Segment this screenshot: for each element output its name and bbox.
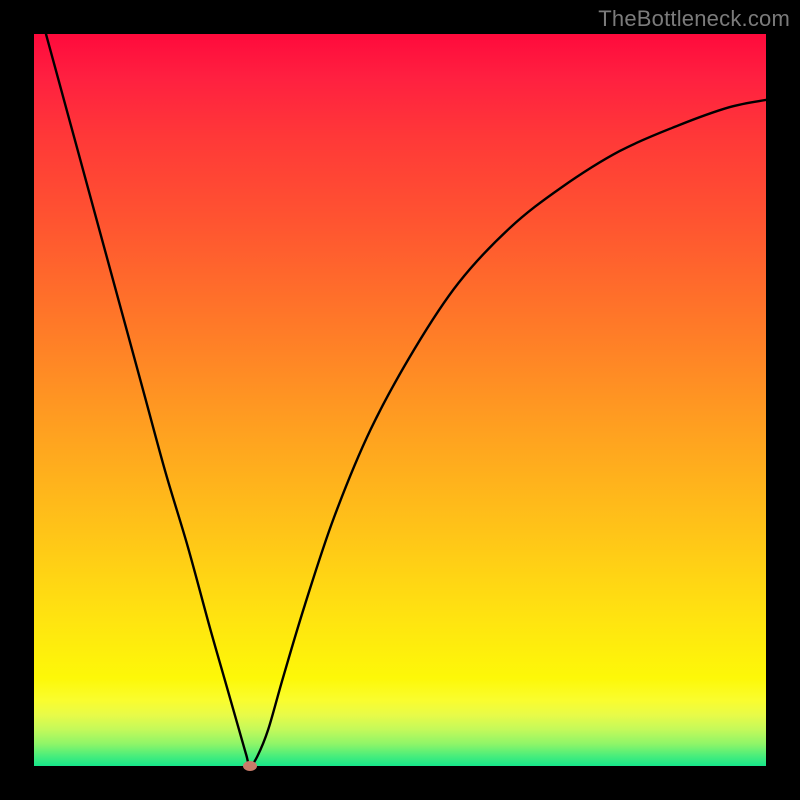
bottleneck-curve	[34, 34, 766, 766]
watermark-text: TheBottleneck.com	[598, 6, 790, 32]
plot-area	[34, 34, 766, 766]
minimum-marker	[243, 761, 257, 771]
chart-frame: TheBottleneck.com	[0, 0, 800, 800]
